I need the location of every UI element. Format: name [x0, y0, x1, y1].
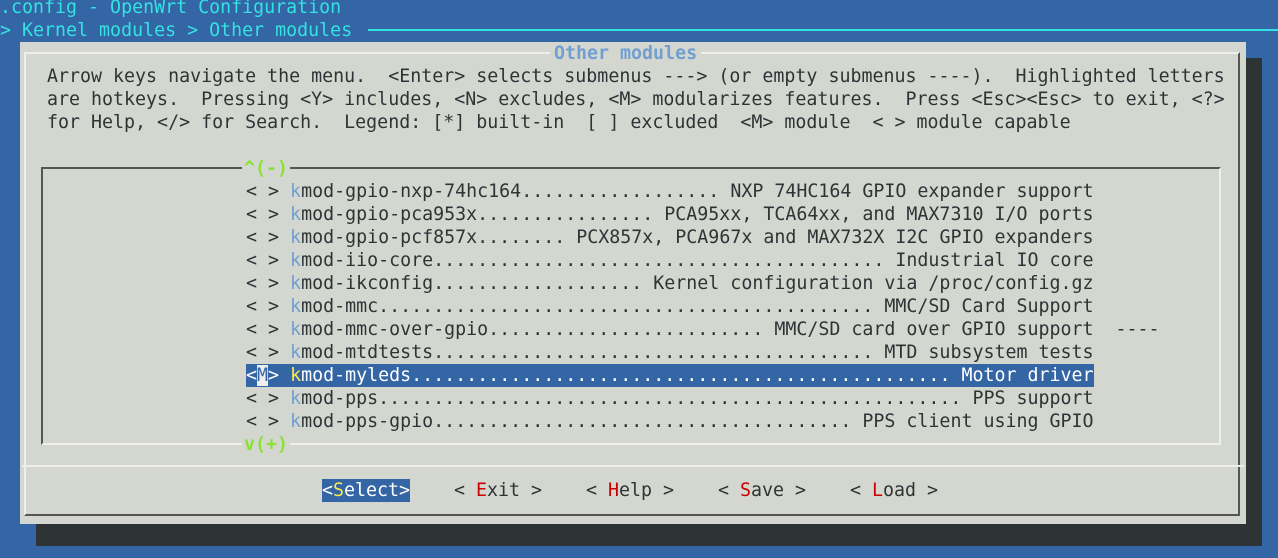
item-state[interactable]: < >: [246, 319, 279, 340]
item-state[interactable]: < >: [246, 250, 279, 271]
button-hotkey: S: [333, 480, 345, 501]
item-dots: ........: [477, 227, 577, 248]
item-dots: ..................: [521, 181, 731, 202]
item-hotkey: k: [290, 227, 302, 248]
menu-item[interactable]: < > kmod-ikconfig................... Ker…: [246, 272, 1094, 295]
menu-item[interactable]: < > kmod-gpio-nxp-74hc164...............…: [246, 180, 1094, 203]
item-state[interactable]: <M>: [246, 365, 279, 386]
menu-item[interactable]: < > kmod-pps-gpio.......................…: [246, 410, 1094, 433]
item-dots: ...................: [433, 273, 654, 294]
help-line: are hotkeys. Pressing <Y> includes, <N> …: [47, 89, 1225, 110]
item-hotkey: k: [290, 342, 302, 363]
item-dots: .........................: [488, 319, 775, 340]
item-description: PCA95xx, TCA64xx, and MAX7310 I/O ports: [664, 204, 1094, 225]
item-description: MTD subsystem tests: [884, 342, 1094, 363]
button-hotkey: L: [872, 480, 884, 501]
menu-item[interactable]: < > kmod-gpio-pcf857x........ PCX857x, P…: [246, 226, 1094, 249]
menu-item[interactable]: <M> kmod-myleds.........................…: [246, 364, 1094, 387]
item-description: Industrial IO core: [895, 250, 1094, 271]
item-hotkey: k: [290, 388, 302, 409]
item-description: NXP 74HC164 GPIO expander support: [730, 181, 1094, 202]
item-description: PCX857x, PCA967x and MAX732X I2C GPIO ex…: [576, 227, 1094, 248]
scroll-up-indicator[interactable]: ^(-): [242, 157, 291, 180]
item-dots: ........................................: [433, 342, 885, 363]
item-state[interactable]: < >: [246, 342, 279, 363]
item-dots: ........................................…: [378, 296, 885, 317]
item-name: mod-pps-gpio: [301, 411, 434, 432]
item-description: PPS support: [972, 388, 1094, 409]
scroll-down-indicator[interactable]: v(+): [242, 433, 291, 456]
item-description: MMC/SD card over GPIO support: [774, 319, 1094, 340]
item-state[interactable]: < >: [246, 227, 279, 248]
item-state[interactable]: < >: [246, 273, 279, 294]
item-dots: ................: [477, 204, 665, 225]
select-button[interactable]: <Select>: [322, 479, 411, 502]
item-state[interactable]: < >: [246, 388, 279, 409]
item-dots: ......................................: [433, 411, 863, 432]
item-name: mod-pps: [301, 388, 379, 409]
item-name: mod-mmc-over-gpio: [301, 319, 489, 340]
button-separator: [22, 465, 1244, 467]
save-button[interactable]: < Save >: [718, 479, 806, 502]
item-description: PPS client using GPIO: [862, 411, 1094, 432]
item-hotkey: k: [290, 181, 302, 202]
menu-item[interactable]: < > kmod-mmc-over-gpio..................…: [246, 318, 1160, 341]
help-line: for Help, </> for Search. Legend: [*] bu…: [47, 112, 1071, 133]
item-name: mod-myleds: [301, 365, 412, 386]
load-button[interactable]: < Load >: [850, 479, 938, 502]
item-dots: ........................................…: [378, 388, 973, 409]
module-mark: M: [257, 365, 269, 386]
item-hotkey: k: [290, 411, 302, 432]
breadcrumb-text: > Kernel modules > Other modules: [0, 20, 353, 41]
item-hotkey: k: [290, 204, 302, 225]
item-suffix: ----: [1093, 319, 1160, 340]
item-name: mod-mtdtests: [301, 342, 434, 363]
help-line: Arrow keys navigate the menu. <Enter> se…: [47, 66, 1225, 87]
item-dots: ........................................…: [433, 250, 896, 271]
item-name: mod-gpio-nxp-74hc164: [301, 181, 522, 202]
item-name: mod-ikconfig: [301, 273, 434, 294]
breadcrumb: > Kernel modules > Other modules: [0, 19, 352, 42]
menu-item[interactable]: < > kmod-gpio-pca953x................ PC…: [246, 203, 1094, 226]
item-hotkey: k: [290, 250, 302, 271]
header-rule: [368, 29, 1278, 31]
item-hotkey: k: [290, 296, 302, 317]
item-hotkey: k: [290, 319, 302, 340]
item-hotkey: k: [290, 273, 302, 294]
item-name: mod-gpio-pca953x: [301, 204, 478, 225]
window-title: .config - OpenWrt Configuration: [0, 0, 342, 18]
item-name: mod-gpio-pcf857x: [301, 227, 478, 248]
item-description: MMC/SD Card Support: [884, 296, 1094, 317]
menu-item[interactable]: < > kmod-iio-core.......................…: [246, 249, 1094, 272]
item-name: mod-mmc: [301, 296, 379, 317]
help-button[interactable]: < Help >: [586, 479, 674, 502]
menu-item[interactable]: < > kmod-pps............................…: [246, 387, 1094, 410]
item-state[interactable]: < >: [246, 181, 279, 202]
item-state[interactable]: < >: [246, 411, 279, 432]
item-name: mod-iio-core: [301, 250, 434, 271]
item-hotkey: k: [290, 365, 302, 386]
item-state[interactable]: < >: [246, 296, 279, 317]
button-hotkey: E: [476, 480, 488, 501]
dialog-title: Other modules: [550, 42, 702, 65]
item-state[interactable]: < >: [246, 204, 279, 225]
item-dots: ........................................…: [411, 365, 962, 386]
menu-item[interactable]: < > kmod-mmc............................…: [246, 295, 1094, 318]
item-description: Kernel configuration via /proc/config.gz: [653, 273, 1094, 294]
item-description: Motor driver: [961, 365, 1094, 386]
button-hotkey: H: [608, 480, 620, 501]
menu-item[interactable]: < > kmod-mtdtests.......................…: [246, 341, 1094, 364]
button-hotkey: S: [740, 480, 752, 501]
exit-button[interactable]: < Exit >: [454, 479, 542, 502]
